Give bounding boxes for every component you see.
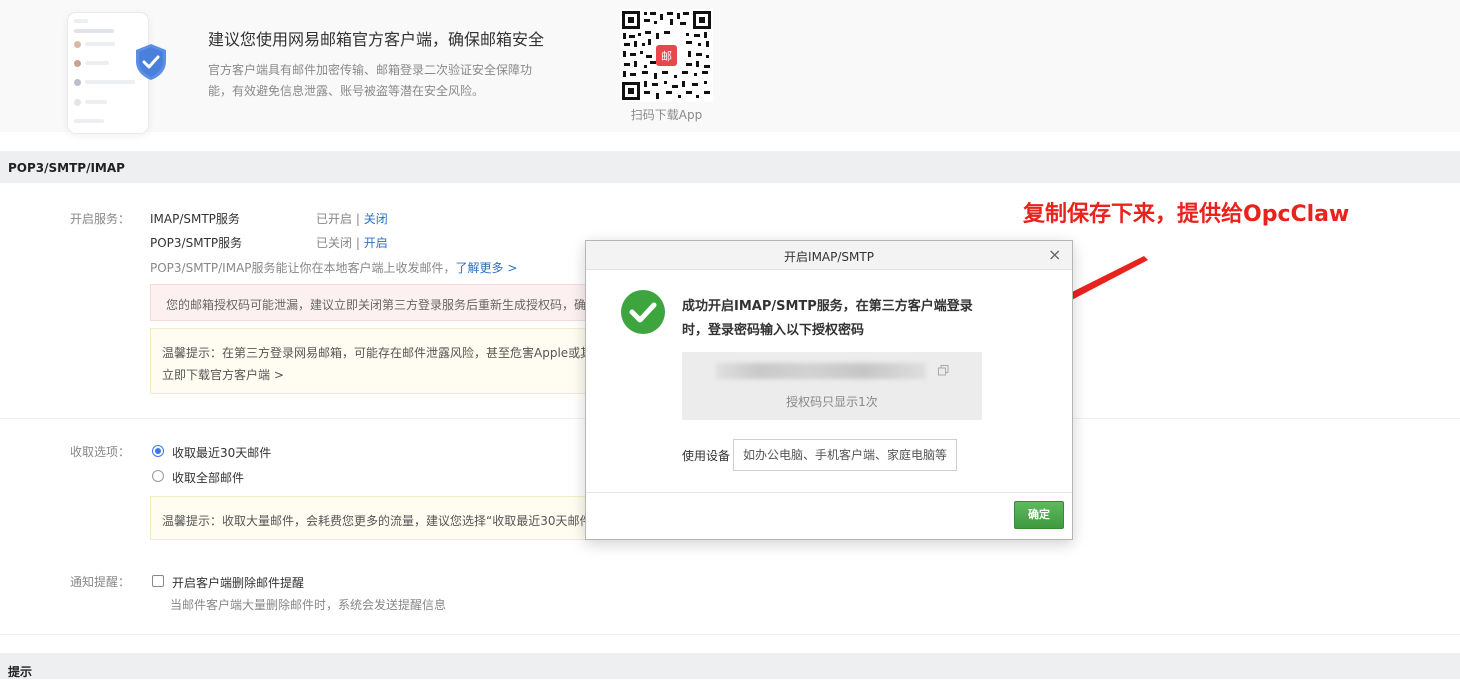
receive-options-label: 收取选项：	[70, 445, 131, 459]
client-download-banner: 建议您使用网易邮箱官方客户端，确保邮箱安全 官方客户端具有邮件加密传输、邮箱登录…	[0, 0, 1460, 134]
success-check-icon	[621, 290, 665, 334]
receive-all-radio[interactable]	[152, 470, 164, 482]
tips-section-header: 提示	[0, 653, 1460, 679]
separator: |	[355, 236, 360, 250]
services-label: 开启服务：	[70, 212, 131, 226]
delete-reminder-checkbox[interactable]	[152, 575, 164, 587]
security-tip-text: 温馨提示：在第三方登录网易邮箱，可能存在邮件泄露风险，甚至危害Apple或其	[162, 346, 590, 360]
receive-all-label[interactable]: 收取全部邮件	[172, 469, 244, 486]
banner-description: 官方客户端具有邮件加密传输、邮箱登录二次验证安全保障功能，有效避免信息泄露、账号…	[208, 63, 533, 98]
device-label: 使用设备	[682, 449, 731, 463]
download-client-link[interactable]: 立即下载官方客户端 >	[162, 366, 284, 383]
confirm-button[interactable]: 确定	[1014, 501, 1064, 529]
receive-tip: 温馨提示：收取大量邮件，会耗费您更多的流量，建议您选择“收取最近30天邮件”	[150, 496, 590, 540]
delete-reminder-label[interactable]: 开启客户端删除邮件提醒	[172, 574, 304, 591]
imap-service-name: IMAP/SMTP服务	[150, 212, 240, 226]
receive-30days-radio[interactable]	[152, 445, 164, 457]
dialog-header: 开启IMAP/SMTP ×	[586, 241, 1072, 270]
divider	[0, 634, 1460, 635]
annotation-text: 复制保存下来，提供给OpcClaw	[1023, 202, 1350, 227]
tips-section-title: 提示	[8, 665, 33, 679]
services-description: POP3/SMTP/IMAP服务能让你在本地客户端上收发邮件，了解更多 >	[150, 259, 517, 276]
banner-title: 建议您使用网易邮箱官方客户端，确保邮箱安全	[208, 30, 545, 49]
receive-30days-label[interactable]: 收取最近30天邮件	[172, 444, 271, 461]
imap-status: 已开启	[316, 212, 353, 226]
imap-close-link[interactable]: 关闭	[364, 212, 388, 226]
close-icon[interactable]: ×	[1048, 245, 1061, 264]
success-message: 成功开启IMAP/SMTP服务，在第三方客户端登录时，登录密码输入以下授权密码	[682, 299, 973, 338]
delete-reminder-desc: 当邮件客户端大量删除邮件时，系统会发送提醒信息	[170, 598, 447, 612]
dialog-footer-divider	[586, 492, 1072, 493]
receive-tip-text: 温馨提示：收取大量邮件，会耗费您更多的流量，建议您选择“收取最近30天邮件”	[162, 514, 590, 528]
security-tip: 温馨提示：在第三方登录网易邮箱，可能存在邮件泄露风险，甚至危害Apple或其 立…	[150, 328, 590, 394]
pop3-service-status-row: 已关闭 | 开启	[316, 234, 388, 251]
separator: |	[355, 212, 360, 226]
qr-caption: 扫码下载App	[630, 108, 703, 122]
pop3-status: 已关闭	[316, 236, 353, 250]
section-title: POP3/SMTP/IMAP	[8, 161, 125, 175]
notify-label: 通知提醒：	[70, 575, 131, 589]
leak-alert-text: 您的邮箱授权码可能泄漏，建议立即关闭第三方登录服务后重新生成授权码，确	[166, 298, 587, 312]
section-header: POP3/SMTP/IMAP	[0, 151, 1460, 183]
copy-icon[interactable]	[938, 365, 949, 376]
leak-alert: 您的邮箱授权码可能泄漏，建议立即关闭第三方登录服务后重新生成授权码，确	[150, 284, 590, 321]
learn-more-link[interactable]: 了解更多 >	[456, 261, 518, 275]
auth-code-note: 授权码只显示1次	[786, 395, 878, 409]
pop3-service-name: POP3/SMTP服务	[150, 236, 243, 250]
imap-service-status-row: 已开启 | 关闭	[316, 210, 388, 227]
dialog-title: 开启IMAP/SMTP	[784, 250, 874, 264]
services-desc-text: POP3/SMTP/IMAP服务能让你在本地客户端上收发邮件，	[150, 261, 456, 275]
auth-code-redacted	[716, 363, 926, 379]
shield-check-icon	[136, 44, 166, 80]
qr-code-icon: 邮	[620, 9, 713, 102]
qr-logo: 邮	[661, 50, 672, 63]
device-input[interactable]	[733, 439, 957, 471]
pop3-open-link[interactable]: 开启	[364, 236, 388, 250]
auth-code-box: 授权码只显示1次	[682, 352, 982, 420]
imap-smtp-dialog: 开启IMAP/SMTP × 成功开启IMAP/SMTP服务，在第三方客户端登录时…	[585, 240, 1073, 540]
